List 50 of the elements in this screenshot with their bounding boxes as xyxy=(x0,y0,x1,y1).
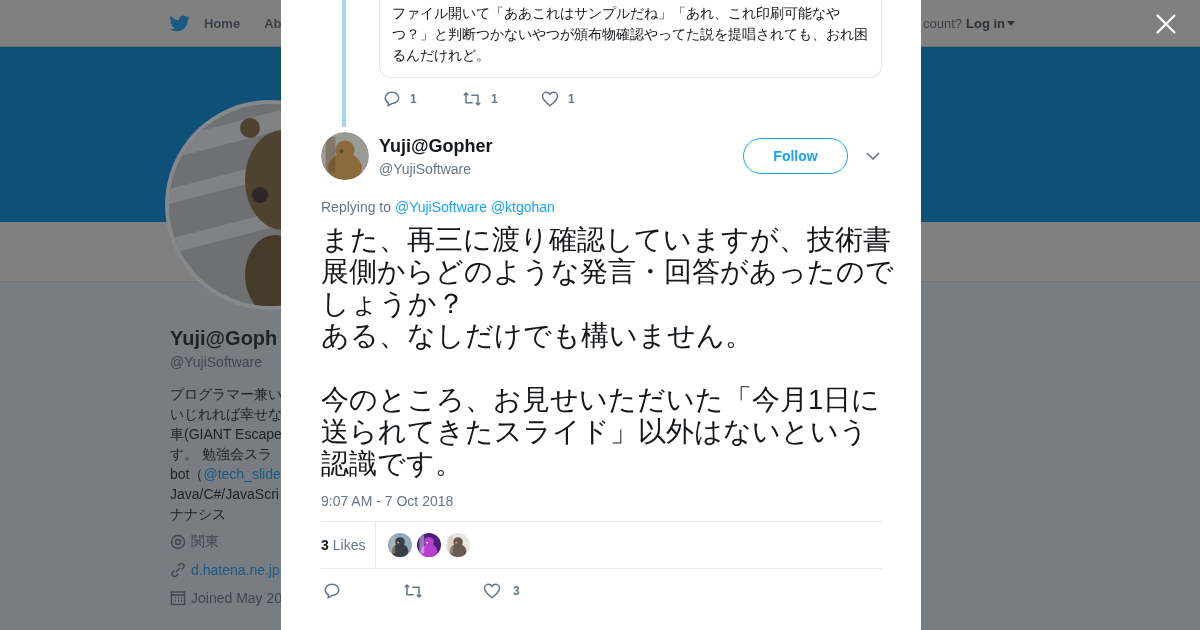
mention-link[interactable]: @YujiSoftware xyxy=(394,199,487,215)
bio-line: いじれれば幸せな xyxy=(170,405,282,424)
link-icon xyxy=(170,562,186,578)
reply-text-line: ファイル開いて「ああこれはサンプルだね」「あれ、これ印刷可能なや xyxy=(392,4,841,23)
retweet-icon[interactable] xyxy=(403,582,423,600)
tweet-text-line: 今のところ、お見せいただいた「今月1日に xyxy=(321,384,881,416)
heart-icon[interactable] xyxy=(483,582,501,600)
follow-button[interactable]: Follow xyxy=(743,138,848,174)
profile-handle: @YujiSoftware xyxy=(170,354,263,370)
nav-link[interactable]: Home xyxy=(204,15,251,31)
chevron-down-icon[interactable] xyxy=(866,152,880,160)
reply-icon[interactable] xyxy=(383,90,401,108)
bio-line: プログラマー兼い xyxy=(170,385,282,404)
mention-link[interactable]: @tech_slide xyxy=(203,466,281,482)
calendar-icon xyxy=(170,590,186,606)
like-count: 1 xyxy=(568,92,575,106)
account-prompt: count? xyxy=(922,15,962,31)
bio-line: Java/C#/JavaScri xyxy=(170,485,280,504)
retweet-count: 1 xyxy=(491,92,498,106)
location-pin-icon xyxy=(170,534,186,550)
bio-line: す。 勉強会スラ xyxy=(170,445,273,464)
tweet-text-line: 認識です。 xyxy=(321,448,463,480)
heart-icon[interactable] xyxy=(541,90,559,108)
bio-line: 車(GIANT Escape xyxy=(170,425,282,444)
retweet-icon[interactable] xyxy=(462,90,482,108)
website-link[interactable]: d.hatena.ne.jp xyxy=(191,562,280,578)
login-button[interactable]: Log in xyxy=(966,15,1015,31)
replying-to-text: Replying to @YujiSoftware @ktgohan xyxy=(321,199,556,215)
tweet-text-line: また、再三に渡り確認していますが、技術書 xyxy=(321,224,891,256)
tweet-text-line: ある、なしだけでも構いません。 xyxy=(321,320,753,352)
nav-link[interactable]: Ab xyxy=(264,15,292,31)
author-name: Yuji@Gopher xyxy=(379,135,493,157)
likes-count[interactable]: 3 Likes xyxy=(321,522,377,568)
tweet-text-line: 送られてきたスライド」以外はないという xyxy=(321,416,868,448)
bio-line: bot（@tech_slide xyxy=(170,465,282,484)
tweet-time: 9:07 AM - 7 Oct 2018 xyxy=(321,493,455,509)
tweet-text-line: しょうか？ xyxy=(321,288,465,320)
reply-text-line: るんだけれど。 xyxy=(392,46,491,65)
author-handle: @YujiSoftware xyxy=(379,160,473,177)
caret-icon xyxy=(1007,20,1015,26)
reply-icon[interactable] xyxy=(323,582,341,600)
mention-link[interactable]: @ktgohan xyxy=(490,199,555,215)
profile-location: 関東 xyxy=(191,533,219,551)
bio-line: ナナシス xyxy=(170,505,227,524)
joined-date: Joined May 20 xyxy=(191,590,283,606)
reply-text-line: つ？」と判断つかないやつが頒布物確認やってた説を提唱されても、おれ困 xyxy=(392,25,869,44)
profile-name: Yuji@Goph xyxy=(170,327,278,350)
tweet-text-line: 展側からどのような発言・回答があったので xyxy=(321,256,894,288)
like-count: 3 xyxy=(513,584,520,598)
reply-count: 1 xyxy=(410,92,417,106)
